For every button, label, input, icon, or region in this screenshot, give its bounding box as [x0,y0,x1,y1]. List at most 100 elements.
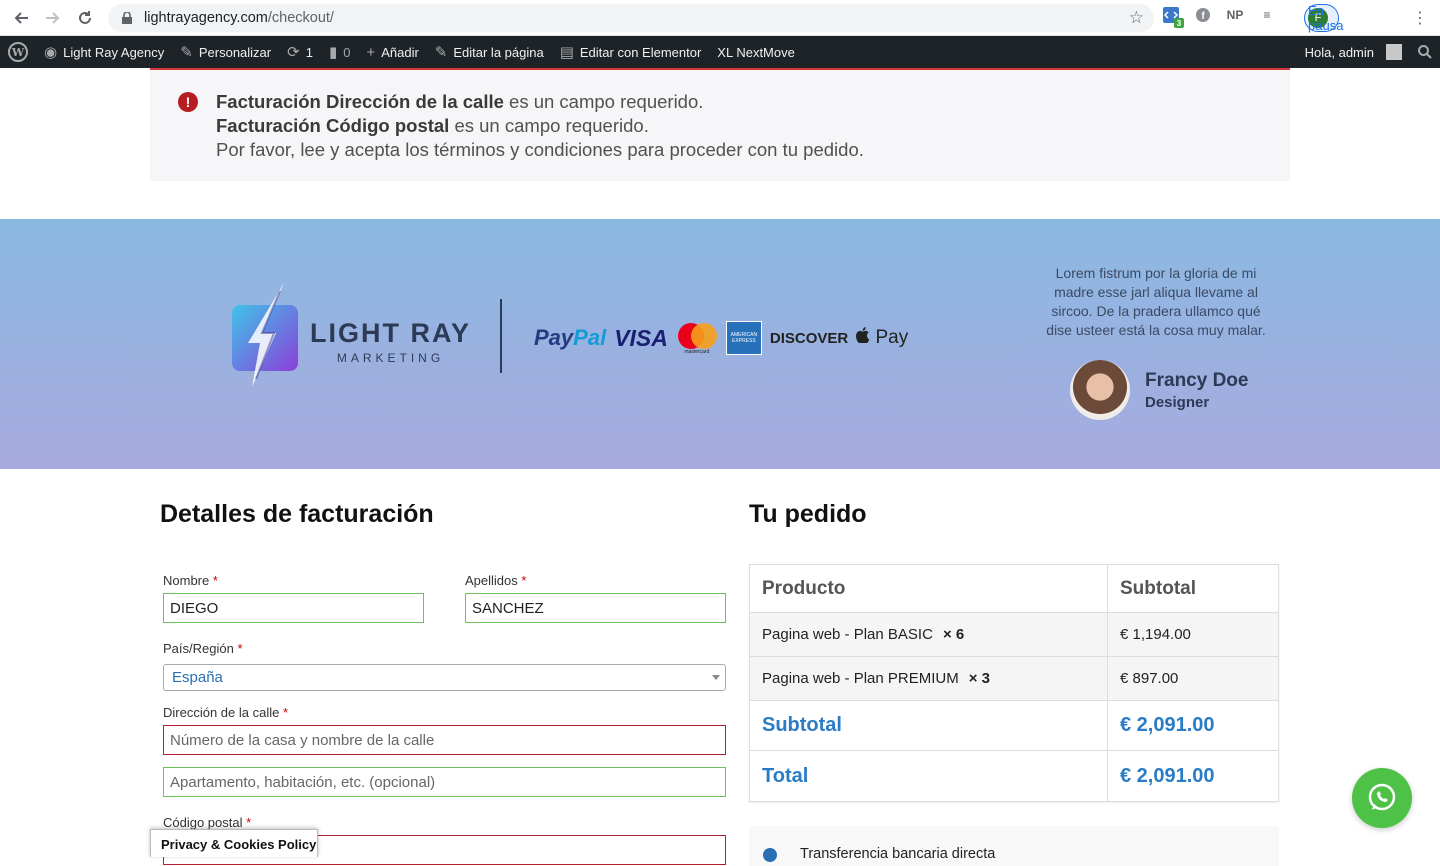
adminbar-customize[interactable]: ✎ Personalizar [172,36,279,68]
subtotal-value: € 2,091.00 [1120,714,1215,736]
total-value: € 2,091.00 [1120,764,1215,787]
item-name: Pagina web - Plan BASIC [762,626,933,643]
amex-logo: AMERICAN EXPRESS [725,321,762,355]
subtotal-label: Subtotal [750,701,1108,750]
wordpress-logo-icon[interactable]: W [0,36,36,68]
adminbar-edit-page[interactable]: ✎ Editar la página [427,36,552,68]
last-name-label: Apellidos * [465,573,527,588]
extension-circle-icon[interactable]: f [1194,6,1212,24]
item-total: € 897.00 [1120,670,1179,687]
plus-icon: + [366,43,376,61]
testimonial-person: Francy Doe Designer [1070,360,1248,420]
table-row: Pagina web - Plan PREMIUM × 3 € 897.00 [750,657,1278,701]
paypal-logo: PayPal [534,325,607,350]
item-qty: × 6 [942,626,965,643]
brush-icon: ✎ [180,44,193,61]
testimonial-text: Lorem fistrum por la gloria de mi madre … [1046,265,1266,338]
testimonial-avatar [1070,360,1130,420]
first-name-field[interactable]: DIEGO [163,593,424,623]
checkout-hero-banner: LIGHT RAY MARKETING PayPal VISA masterca… [0,219,1440,469]
billing-title: Detalles de facturación [160,500,434,528]
table-row: Pagina web - Plan BASIC × 6 € 1,194.00 [750,613,1278,657]
adminbar-updates[interactable]: ⟳ 1 [279,36,321,68]
adminbar-new-label: Añadir [381,44,419,60]
country-label: País/Región * [163,641,243,656]
extension-np-icon[interactable]: NP [1226,6,1244,24]
media-queue-icon[interactable]: ≡ [1258,6,1276,24]
comments-count: 0 [343,44,351,60]
notice-line-terms: Por favor, lee y acepta los términos y c… [216,139,864,160]
adminbar-elementor-label: Editar con Elementor [579,44,702,60]
notice-line-street: Facturación Dirección de la calle es un … [216,91,704,112]
error-icon: ! [178,92,198,112]
first-name-label: Nombre * [163,573,218,588]
cookie-policy-tab[interactable]: Privacy & Cookies Policy [150,829,318,857]
elementor-icon: ▤ [559,44,574,61]
testimonial-name: Francy Doe [1145,369,1249,391]
payment-radio[interactable] [763,848,777,862]
apple-pay-logo: Pay [856,327,908,349]
browser-toolbar: lightrayagency.com/checkout/ ☆ 3 f NP ≡ … [0,0,1440,36]
total-row: Total € 2,091.00 [750,751,1278,801]
last-name-field[interactable]: SANCHEZ [465,593,726,623]
logo-divider [500,299,502,373]
mastercard-logo: mastercard [676,321,718,355]
brand-main: LIGHT RAY [310,317,472,348]
lightning-bolt-icon [232,283,298,393]
whatsapp-icon [1368,783,1396,811]
browser-menu-icon[interactable]: ⋮ [1412,8,1428,28]
adminbar-comments[interactable]: ▮ 0 [321,36,359,68]
adminbar-customize-label: Personalizar [198,44,272,60]
chevron-down-icon [712,675,720,680]
url-host: lightrayagency.com [144,10,268,26]
adminbar-site[interactable]: ◉ Light Ray Agency [36,36,172,68]
adminbar-greeting: Hola, admin [1304,44,1374,60]
payment-method-label: Transferencia bancaria directa [800,846,996,862]
avatar [1386,44,1402,60]
item-name: Pagina web - Plan PREMIUM [762,670,959,687]
country-select[interactable]: España [163,664,726,691]
brand-sub: MARKETING [336,350,445,365]
reload-icon[interactable] [69,2,101,34]
visa-logo: VISA [614,324,668,351]
bookmark-star-icon[interactable]: ☆ [1129,8,1144,28]
item-qty: × 3 [968,670,991,687]
profile-label: En pausa [1308,3,1344,33]
comment-icon: ▮ [328,44,338,61]
whatsapp-chat-button[interactable] [1352,768,1412,828]
table-header: Producto Subtotal [750,565,1278,613]
adminbar-account[interactable]: Hola, admin [1297,36,1410,68]
adminbar-nextmove-label: XL NextMove [717,44,795,60]
brand-logo: LIGHT RAY MARKETING [232,283,472,393]
postcode-label: Código postal * [163,815,252,830]
extension-code-icon[interactable]: 3 [1162,6,1184,28]
wp-admin-bar: W ◉ Light Ray Agency ✎ Personalizar ⟳ 1 … [0,36,1440,68]
address-bar[interactable]: lightrayagency.com/checkout/ ☆ [108,4,1154,32]
notice-line-postcode: Facturación Código postal es un campo re… [216,115,649,136]
payment-logos: PayPal VISA mastercard AMERICAN EXPRESS … [534,321,908,355]
profile-chip[interactable]: F En pausa [1304,3,1343,33]
lock-icon [120,11,134,25]
forward-icon[interactable] [37,2,69,34]
order-title: Tu pedido [749,500,867,528]
street-field[interactable]: Número de la casa y nombre de la calle [163,725,726,755]
street-label: Dirección de la calle * [163,705,289,720]
url-path: /checkout/ [267,10,334,26]
error-notice: ! Facturación Dirección de la calle es u… [150,70,1290,181]
adminbar-new[interactable]: + Añadir [358,36,426,68]
adminbar-search-icon[interactable] [1410,36,1440,68]
extension-badge: 3 [1174,18,1184,28]
adminbar-edit-page-label: Editar la página [453,44,544,60]
updates-icon: ⟳ [287,44,300,61]
adminbar-nextmove[interactable]: XL NextMove [709,36,803,68]
col-subtotal: Subtotal [1120,577,1196,599]
back-icon[interactable] [5,2,37,34]
payment-method-option[interactable]: Transferencia bancaria directa [749,826,1279,866]
apartment-field[interactable]: Apartamento, habitación, etc. (opcional) [163,767,726,797]
subtotal-row: Subtotal € 2,091.00 [750,701,1278,751]
item-total: € 1,194.00 [1120,626,1191,643]
order-review-table: Producto Subtotal Pagina web - Plan BASI… [749,564,1279,802]
dashboard-icon: ◉ [44,44,58,61]
col-product: Producto [750,565,1108,612]
adminbar-elementor[interactable]: ▤ Editar con Elementor [552,36,710,68]
